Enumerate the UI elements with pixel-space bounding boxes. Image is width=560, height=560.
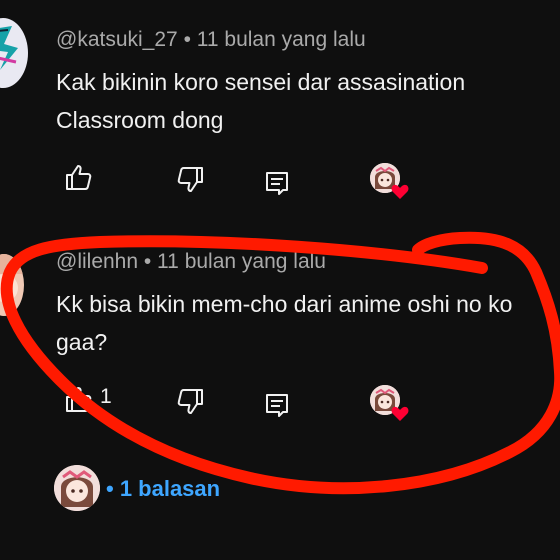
reply-author-avatar[interactable] (54, 465, 100, 511)
comment-author-handle[interactable]: @katsuki_27 (56, 28, 178, 51)
reply-avatar-drawing (54, 465, 100, 511)
comment-text: Kk bisa bikin mem-cho dari anime oshi no… (56, 291, 513, 355)
reply-comment-icon[interactable] (262, 390, 292, 420)
thumbs-down-icon[interactable] (175, 165, 205, 195)
comment-meta: @lilenhn • 11 bulan yang lalu (56, 250, 326, 274)
creator-avatar (370, 163, 409, 199)
comment-timestamp[interactable]: • 11 bulan yang lalu (144, 250, 326, 273)
comment-avatar-katsuki[interactable] (0, 18, 28, 88)
comment-text: Kak bikinin koro sensei dar assasination… (56, 69, 466, 133)
creator-heart-icon (391, 184, 409, 199)
creator-heart-icon (391, 406, 409, 421)
avatar-drawing (0, 254, 24, 302)
reply-comment-icon[interactable] (262, 168, 292, 198)
thumbs-up-icon[interactable] (64, 384, 94, 414)
like-count: 1 (100, 385, 112, 408)
comment-meta: @katsuki_27 • 11 bulan yang lalu (56, 28, 366, 52)
thumbs-down-icon[interactable] (175, 387, 205, 417)
comment-timestamp[interactable]: • 11 bulan yang lalu (184, 28, 366, 51)
comment-avatar-lilenhn[interactable] (0, 254, 24, 316)
creator-avatar (370, 385, 409, 421)
view-replies-link[interactable]: • 1 balasan (106, 476, 220, 502)
thumbs-up-icon[interactable] (64, 162, 94, 192)
avatar-drawing (0, 26, 18, 70)
comment-author-handle[interactable]: @lilenhn (56, 250, 138, 273)
